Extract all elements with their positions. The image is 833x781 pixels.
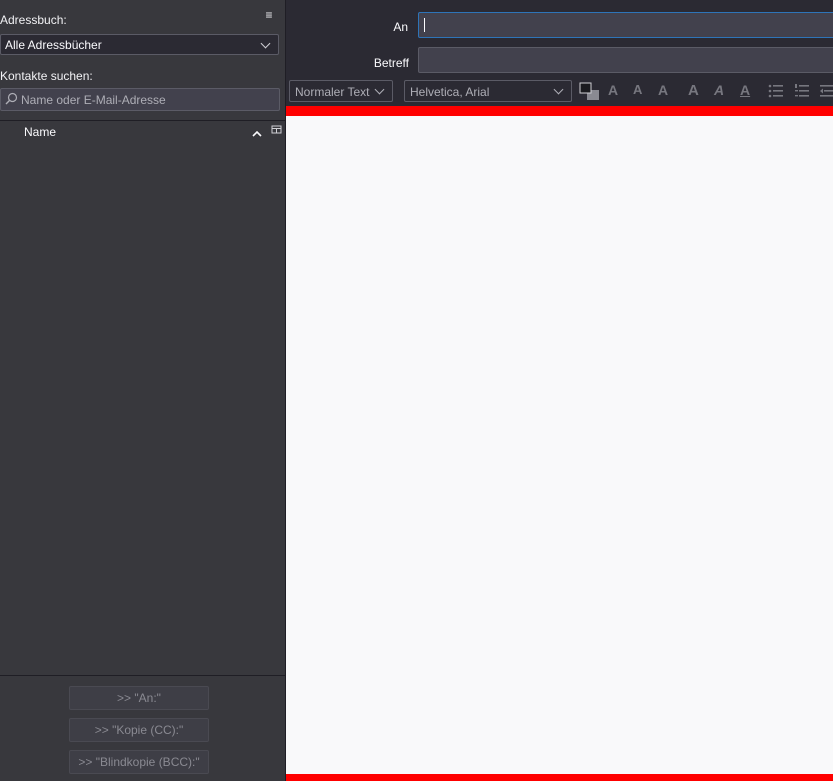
- font-select[interactable]: Helvetica, Arial: [404, 80, 572, 102]
- addressbook-label: Adressbuch:: [0, 13, 67, 27]
- font-size-larger-icon[interactable]: A: [658, 82, 668, 98]
- to-label: An: [393, 20, 408, 34]
- sort-ascending-icon[interactable]: [252, 127, 262, 141]
- search-label: Kontakte suchen:: [0, 69, 93, 83]
- add-cc-button[interactable]: >> "Kopie (CC):": [69, 718, 209, 742]
- chevron-down-icon: [260, 38, 271, 49]
- format-toolbar: Normaler Text Helvetica, Arial A A A A A…: [286, 78, 833, 105]
- bold-icon[interactable]: A: [688, 82, 699, 99]
- subject-input[interactable]: [418, 47, 833, 73]
- add-bcc-button[interactable]: >> "Blindkopie (BCC):": [69, 750, 209, 774]
- paragraph-format-select[interactable]: Normaler Text: [289, 80, 393, 102]
- search-placeholder: Name oder E-Mail-Adresse: [21, 93, 166, 107]
- underline-icon[interactable]: A: [740, 82, 750, 98]
- contact-search-input[interactable]: Name oder E-Mail-Adresse: [0, 88, 280, 111]
- sidebar-bottom-divider: [0, 675, 285, 676]
- font-size-smaller-icon[interactable]: A: [633, 82, 642, 97]
- menu-icon[interactable]: ≡: [262, 8, 276, 22]
- sidebar-divider: [0, 120, 285, 121]
- addressbook-selected-value: Alle Adressbücher: [5, 38, 102, 52]
- outdent-icon[interactable]: [820, 83, 833, 102]
- chevron-down-icon: [553, 84, 564, 95]
- column-picker-icon[interactable]: [271, 125, 283, 140]
- search-icon: [5, 92, 18, 109]
- numbered-list-icon[interactable]: [794, 83, 810, 102]
- editor-top-border: [286, 106, 833, 116]
- bulleted-list-icon[interactable]: [768, 83, 784, 102]
- font-size-reset-icon[interactable]: A: [608, 82, 618, 98]
- paragraph-format-value: Normaler Text: [295, 85, 370, 99]
- font-value: Helvetica, Arial: [410, 85, 490, 99]
- text-color-icon[interactable]: [579, 82, 601, 105]
- italic-icon[interactable]: A: [714, 82, 724, 98]
- chevron-down-icon: [374, 84, 385, 95]
- addressbook-select[interactable]: Alle Adressbücher: [0, 34, 279, 55]
- to-input[interactable]: [418, 12, 833, 38]
- contacts-sidebar: Adressbuch: ≡ Alle Adressbücher Kontakte…: [0, 0, 286, 781]
- add-to-button[interactable]: >> "An:": [69, 686, 209, 710]
- column-header-name[interactable]: Name: [24, 125, 56, 139]
- editor-bottom-border: [286, 774, 833, 781]
- subject-label: Betreff: [373, 56, 409, 70]
- message-body-editor[interactable]: [286, 116, 833, 774]
- text-caret: [424, 18, 425, 32]
